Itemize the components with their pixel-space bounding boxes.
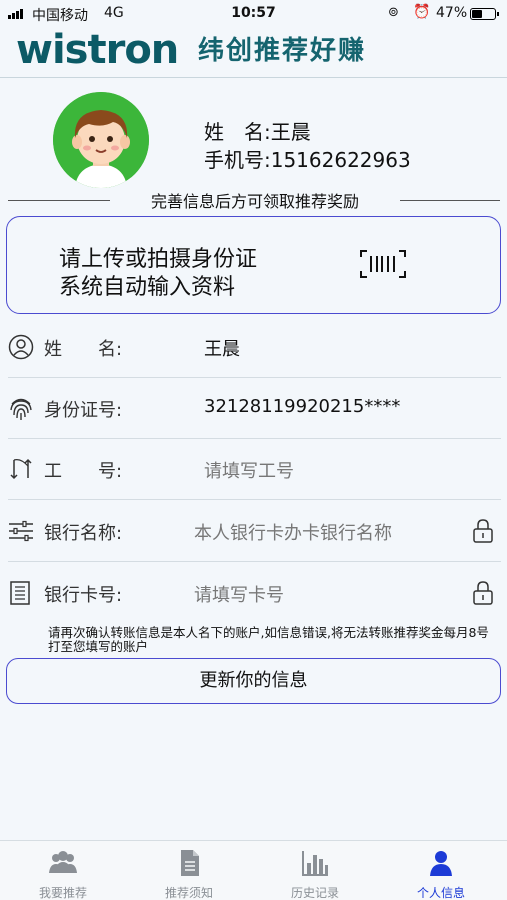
divider-line	[398, 200, 500, 201]
tab-label: 我要推荐	[38, 886, 87, 900]
name-value[interactable]: 王晨	[204, 335, 240, 361]
header-slogan: 纬创推荐好赚	[198, 36, 367, 66]
person-icon	[430, 851, 452, 876]
transfer-notice: 请再次确认转账信息是本人名下的账户,如信息错误,将无法转账推荐奖金每月8号打至您…	[48, 625, 489, 654]
document-icon	[10, 581, 30, 605]
tab-recommend[interactable]: 我要推荐	[0, 841, 126, 900]
tab-label: 推荐须知	[164, 886, 213, 900]
rotation-lock-icon: ⊚	[388, 5, 399, 20]
alarm-icon: ⏰	[413, 4, 431, 20]
bank-name-input[interactable]: 本人银行卡办卡银行名称	[194, 519, 392, 545]
form-row-name: 姓 名: 王晨	[0, 316, 507, 378]
user-icon	[8, 334, 34, 360]
id-value[interactable]: 32128119920215****	[204, 396, 400, 417]
profile-phone: 手机号:15162622963	[204, 148, 411, 172]
app-header: wistron 纬创推荐好赚	[0, 28, 507, 78]
battery-percent: 47%	[436, 5, 468, 21]
employee-no-input[interactable]: 请填写工号	[204, 457, 294, 483]
reward-hint: 完善信息后方可领取推荐奖励	[110, 188, 400, 212]
upload-subtitle: 系统自动输入资料	[59, 275, 236, 300]
divider-line	[8, 200, 110, 201]
barcode-scan-icon	[360, 250, 406, 278]
status-bar: 中国移动 4G 10:57 ⊚ ⏰ 47%	[0, 0, 507, 28]
form-row-card-no: 银行卡号: 请填写卡号	[0, 562, 507, 624]
profile-name: 姓 名:王晨	[204, 120, 311, 144]
doc-icon	[181, 850, 199, 876]
sliders-icon	[9, 520, 33, 542]
swap-icon	[10, 458, 32, 480]
form-row-id: 身份证号: 32128119920215****	[0, 377, 507, 439]
tab-profile[interactable]: 个人信息	[378, 841, 504, 900]
tab-history[interactable]: 历史记录	[252, 841, 378, 900]
name-label: 姓 名:	[44, 339, 123, 360]
update-info-button[interactable]: 更新你的信息	[6, 658, 501, 704]
fingerprint-icon	[10, 398, 32, 420]
lock-icon	[473, 519, 493, 543]
id-upload-card[interactable]: 请上传或拍摄身份证 系统自动输入资料	[6, 216, 501, 314]
clock: 10:57	[231, 5, 276, 21]
group-icon	[49, 851, 77, 873]
battery-icon	[470, 8, 499, 20]
bar-chart-icon	[302, 851, 328, 876]
tab-label: 历史记录	[290, 886, 339, 900]
avatar[interactable]	[53, 92, 149, 188]
wistron-logo: wistron	[16, 27, 179, 73]
card-no-input[interactable]: 请填写卡号	[194, 581, 284, 607]
employee-no-label: 工 号:	[44, 461, 123, 482]
id-label: 身份证号:	[44, 400, 123, 421]
tab-bar: 我要推荐 推荐须知 历史记录 个人信息	[0, 840, 507, 900]
form-row-employee-no: 工 号: 请填写工号	[0, 438, 507, 500]
card-no-label: 银行卡号:	[44, 585, 123, 606]
tab-label: 个人信息	[416, 886, 465, 900]
lock-icon	[473, 581, 493, 605]
form-row-bank-name: 银行名称: 本人银行卡办卡银行名称	[0, 500, 507, 562]
bank-name-label: 银行名称:	[44, 523, 123, 544]
tab-notice[interactable]: 推荐须知	[126, 841, 252, 900]
